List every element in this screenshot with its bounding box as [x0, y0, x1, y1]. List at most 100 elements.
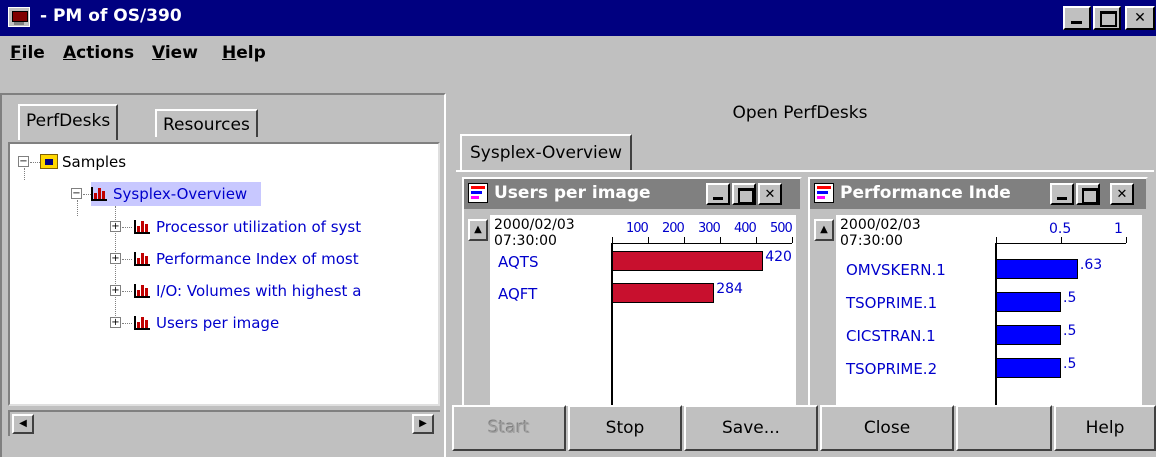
bar-value-label: .5	[1063, 356, 1077, 372]
tree-horizontal-scrollbar[interactable]: ◀ ▶	[8, 410, 440, 436]
expand-icon[interactable]: +	[110, 221, 121, 232]
tree-item-users-per-image[interactable]: Users per image	[134, 311, 279, 335]
chart-window-icon	[814, 183, 834, 203]
spacer-button	[956, 405, 1052, 451]
app-monitor-icon[interactable]	[8, 7, 30, 27]
chart-plot-area: 2000/02/03 07:30:00 100 200 300 400 500 AQTS 42…	[490, 215, 796, 406]
menu-help[interactable]: Help	[222, 43, 266, 63]
bar[interactable]	[996, 259, 1078, 279]
chart-window-users-per-image[interactable]: Users per image ▲ 2000/02/0307:30:00 100…	[462, 177, 802, 408]
maximize-icon[interactable]	[1093, 6, 1121, 30]
category-label: AQTS	[498, 253, 539, 271]
scroll-up-icon[interactable]: ▲	[468, 219, 488, 241]
bar[interactable]	[996, 325, 1061, 345]
chart-icon	[134, 252, 150, 266]
chart-icon	[91, 187, 107, 201]
category-label: AQFT	[498, 285, 538, 303]
menu-bar: File Actions View Help	[0, 38, 1156, 68]
chart-vertical-scrollbar[interactable]	[468, 241, 488, 406]
x-axis-line	[612, 243, 792, 244]
chart-window-title: Users per image	[494, 183, 651, 203]
scroll-left-icon[interactable]: ◀	[12, 414, 34, 434]
collapse-icon[interactable]: −	[71, 188, 82, 199]
chart-window-title: Performance Inde	[840, 183, 1011, 203]
expand-icon[interactable]: +	[110, 285, 121, 296]
tab-perfdesks[interactable]: PerfDesks	[18, 104, 119, 140]
close-icon[interactable]	[1125, 6, 1155, 30]
minimize-icon[interactable]	[706, 183, 730, 205]
chart-plot-area: 2000/02/03 07:30:00 0.5 1 OMVSKERN.1 .63 TSOP…	[836, 215, 1142, 406]
category-label: TSOPRIME.1	[846, 294, 938, 312]
close-icon[interactable]	[1110, 183, 1134, 205]
axis-tick-label: 1	[1114, 221, 1123, 237]
tree-item-io-volumes[interactable]: I/O: Volumes with highest a	[134, 279, 361, 303]
bar-value-label: .5	[1063, 323, 1077, 339]
chart-window-performance-index[interactable]: Performance Inde ▲ 2000/02/0307:30:00 0.…	[808, 177, 1148, 408]
chart-window-titlebar[interactable]: Users per image	[464, 179, 800, 209]
chart-window-titlebar[interactable]: Performance Inde	[810, 179, 1146, 209]
axis-tick-label: 100	[626, 221, 649, 236]
perfdesk-tree: − Samples − Sysplex-Overview + Processor…	[8, 142, 440, 406]
category-label: CICSTRAN.1	[846, 327, 936, 345]
bar[interactable]	[996, 358, 1061, 378]
axis-tick	[756, 237, 757, 243]
tree-item-sysplex-overview[interactable]: Sysplex-Overview	[91, 182, 262, 206]
tab-sysplex-overview[interactable]: Sysplex-Overview	[460, 134, 633, 172]
close-icon[interactable]	[758, 183, 782, 205]
axis-tick	[720, 237, 721, 243]
help-button[interactable]: Help	[1054, 405, 1156, 451]
axis-tick	[792, 237, 793, 243]
axis-tick-label: 0.5	[1049, 221, 1072, 237]
maximize-icon[interactable]	[732, 183, 756, 205]
chart-icon	[134, 316, 150, 330]
expand-icon[interactable]: +	[110, 317, 121, 328]
scroll-up-icon[interactable]: ▲	[814, 219, 834, 241]
bar-value-label: 420	[765, 249, 792, 265]
expand-icon[interactable]: +	[110, 253, 121, 264]
maximize-icon[interactable]	[1076, 183, 1100, 205]
chart-icon	[134, 284, 150, 298]
chart-timestamp: 2000/02/03 07:30:00	[494, 217, 575, 249]
tree-item-samples[interactable]: Samples	[40, 150, 126, 174]
menu-view[interactable]: View	[152, 43, 198, 63]
bar-value-label: .5	[1063, 290, 1077, 306]
bar[interactable]	[612, 251, 764, 271]
bar-value-label: .63	[1079, 257, 1103, 273]
tree-item-performance-index[interactable]: Performance Index of most	[134, 247, 359, 271]
window-title: - PM of OS/390	[40, 6, 182, 26]
axis-tick-label: 300	[698, 221, 721, 236]
title-bar: - PM of OS/390	[0, 0, 1156, 36]
open-perfdesks-title: Open PerfDesks	[732, 103, 868, 123]
tab-resources[interactable]: Resources	[155, 109, 258, 137]
axis-tick	[1126, 237, 1127, 243]
category-label: OMVSKERN.1	[846, 261, 946, 279]
bar-value-label: 284	[716, 281, 743, 297]
perfdesk-button-bar: Start Stop Save... Close Help	[452, 405, 1156, 457]
close-button[interactable]: Close	[820, 405, 954, 451]
tree-item-processor-utilization[interactable]: Processor utilization of syst	[134, 215, 361, 239]
bar[interactable]	[996, 292, 1061, 312]
axis-tick-label: 200	[662, 221, 685, 236]
chart-window-icon	[468, 183, 488, 203]
category-label: TSOPRIME.2	[846, 360, 938, 378]
axis-tick-label: 400	[734, 221, 757, 236]
menu-actions[interactable]: Actions	[63, 43, 134, 63]
stop-button[interactable]: Stop	[568, 405, 682, 451]
scroll-right-icon[interactable]: ▶	[412, 414, 434, 434]
folder-icon	[40, 154, 58, 169]
x-axis-line	[996, 243, 1126, 244]
save-button[interactable]: Save...	[684, 405, 818, 451]
bar[interactable]	[612, 283, 715, 303]
axis-tick	[1061, 237, 1062, 243]
axis-tick	[648, 237, 649, 243]
chart-vertical-scrollbar[interactable]	[814, 241, 834, 406]
chart-timestamp: 2000/02/03 07:30:00	[840, 217, 921, 249]
minimize-icon[interactable]	[1063, 6, 1091, 30]
axis-tick	[684, 237, 685, 243]
axis-tick-label: 500	[770, 221, 793, 236]
collapse-icon[interactable]: −	[18, 156, 29, 167]
menu-file[interactable]: File	[10, 43, 45, 63]
minimize-icon[interactable]	[1050, 183, 1074, 205]
chart-icon	[134, 220, 150, 234]
start-button[interactable]: Start	[452, 405, 566, 451]
